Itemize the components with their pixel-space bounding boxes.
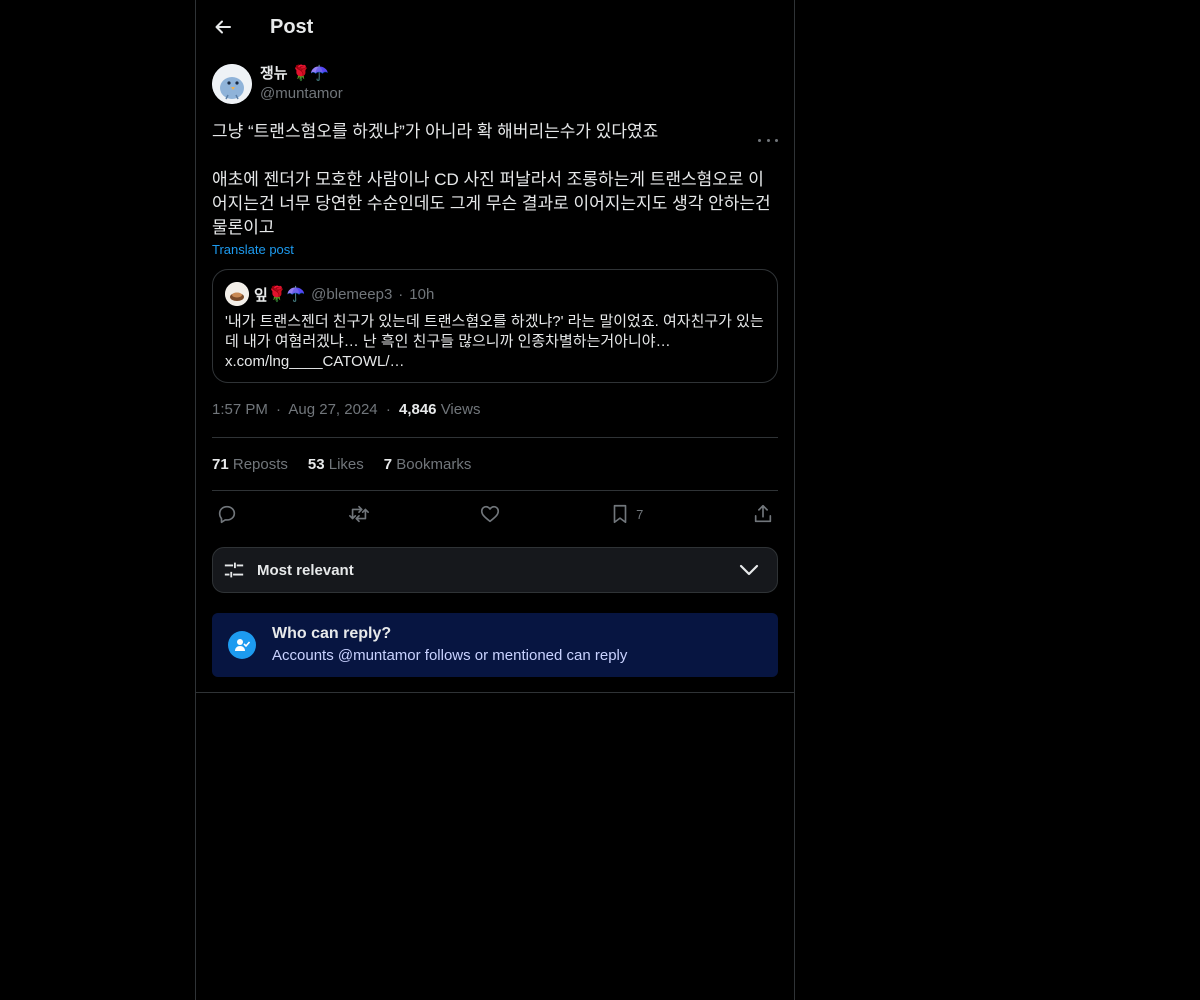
post-stats: 71 Reposts 53 Likes 7 Bookmarks [212, 438, 778, 490]
likes-count: 53 [307, 455, 325, 473]
share-icon [754, 504, 772, 523]
like-button[interactable] [479, 503, 501, 525]
more-button[interactable] [758, 133, 778, 147]
bookmarks-count: 7 [383, 455, 393, 473]
repost-button[interactable] [347, 503, 371, 525]
chevron-down-icon [739, 564, 759, 576]
reply-notice-text: Who can reply? Accounts @muntamor follow… [272, 623, 627, 667]
avatar[interactable] [212, 64, 252, 104]
quote-header: 잎 🌹☂️ @blemeep3 · 10h [225, 282, 765, 306]
author-info: 쟁뉴 🌹☂️ @muntamor [260, 64, 343, 104]
post-column: Post 쟁뉴 🌹☂️ @muntamor 그냥 “트랜스혐오를 하겠냐”가 아… [195, 0, 795, 1000]
meta-separator: · [276, 401, 282, 418]
quote-text: '내가 트랜스젠더 친구가 있는데 트랜스혐오를 하겠냐?' 라는 말이었죠. … [225, 313, 764, 370]
likes-stat[interactable]: 53 Likes [308, 456, 364, 473]
author-name-row[interactable]: 쟁뉴 🌹☂️ [260, 64, 343, 84]
author-row: 쟁뉴 🌹☂️ @muntamor [212, 64, 778, 106]
views-count: 4,846 [398, 401, 437, 418]
who-can-reply-notice: Who can reply? Accounts @muntamor follow… [212, 613, 778, 677]
back-arrow-icon [215, 20, 231, 34]
quote-separator: · [398, 285, 404, 303]
sort-label: Most relevant [257, 561, 354, 579]
page-title: Post [270, 15, 314, 38]
likes-label: Likes [328, 455, 364, 473]
quote-time: 10h [409, 285, 435, 303]
bird-avatar-icon [212, 64, 252, 104]
person-check-icon [228, 631, 256, 659]
reply-sort-dropdown[interactable]: Most relevant [212, 547, 778, 593]
author-handle[interactable]: @muntamor [260, 84, 343, 104]
quote-avatar-icon [225, 282, 249, 306]
author-name[interactable]: 쟁뉴 [260, 64, 288, 84]
quote-author-emojis: 🌹☂️ [267, 286, 306, 303]
post-time[interactable]: 1:57 PM [212, 401, 268, 418]
header: Post [196, 0, 794, 54]
quote-author-handle: @blemeep3 [311, 285, 393, 303]
translate-link[interactable]: Translate post [212, 242, 294, 257]
bookmark-icon [613, 504, 627, 524]
post-text: 그냥 “트랜스혐오를 하겠냐”가 아니라 확 해버리는수가 있다였죠 애초에 젠… [212, 122, 771, 237]
author-emojis: 🌹☂️ [291, 65, 329, 82]
post-meta: 1:57 PM · Aug 27, 2024 · 4,846 Views [212, 401, 778, 421]
more-icon-dot [775, 138, 778, 142]
reposts-label: Reposts [232, 455, 288, 473]
quote-author-name: 잎 [254, 286, 268, 304]
reply-notice-title: Who can reply? [272, 625, 392, 642]
share-button[interactable] [752, 503, 774, 525]
reposts-stat[interactable]: 71 Reposts [212, 456, 288, 473]
more-icon [758, 138, 761, 142]
reposts-count: 71 [212, 455, 229, 473]
post: 쟁뉴 🌹☂️ @muntamor 그냥 “트랜스혐오를 하겠냐”가 아니라 확 … [196, 64, 794, 677]
meta-separator: · [385, 401, 391, 418]
bookmark-count: 7 [636, 506, 644, 522]
divider [196, 692, 794, 693]
bookmarks-label: Bookmarks [396, 455, 472, 473]
reply-button[interactable] [216, 503, 238, 525]
like-icon [481, 505, 500, 523]
quoted-post[interactable]: 잎 🌹☂️ @blemeep3 · 10h '내가 트랜스젠더 친구가 있는데 … [212, 269, 778, 383]
views-label: Views [440, 401, 481, 418]
reply-notice-subtitle: Accounts @muntamor follows or mentioned … [272, 647, 628, 664]
post-date[interactable]: Aug 27, 2024 [288, 401, 377, 418]
quote-avatar [225, 282, 249, 306]
more-icon-dot [766, 138, 770, 142]
bookmarks-stat[interactable]: 7 Bookmarks [384, 456, 472, 473]
reply-icon [218, 505, 236, 524]
sliders-icon [224, 562, 244, 578]
bookmark-button[interactable]: 7 [610, 503, 643, 525]
back-button[interactable] [212, 16, 234, 38]
action-bar: 7 [212, 491, 778, 537]
repost-icon [348, 505, 369, 523]
